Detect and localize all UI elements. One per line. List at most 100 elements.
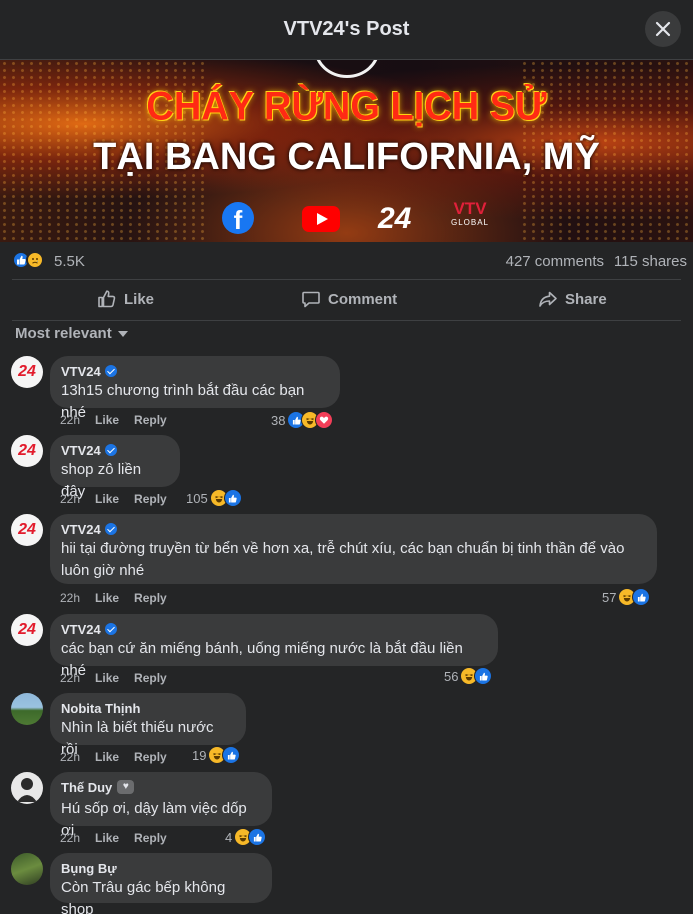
vtv-logo-text: VTV xyxy=(453,199,487,218)
comment-author[interactable]: Bụng Bự xyxy=(61,860,260,876)
comment-bubble: VTV24 shop zô liền đây xyxy=(50,435,180,500)
author-name[interactable]: VTV24 xyxy=(61,622,101,637)
comment-author[interactable]: VTV24 xyxy=(61,442,168,458)
author-name[interactable]: VTV24 xyxy=(61,522,101,537)
facebook-logo-icon: f xyxy=(222,202,254,235)
comment-reactions[interactable]: 57 xyxy=(602,588,651,606)
avatar[interactable]: 24 xyxy=(11,514,43,546)
shares-count[interactable]: 115 shares xyxy=(614,253,687,270)
avatar[interactable] xyxy=(11,853,43,885)
comment-like-button[interactable]: Like xyxy=(95,831,119,845)
reaction-icons[interactable] xyxy=(12,251,44,269)
reaction-count: 105 xyxy=(186,490,208,506)
like-reaction-icon xyxy=(222,746,241,764)
comment-reply-button[interactable]: Reply xyxy=(134,492,167,506)
comment-text-line-1: hii tại đường truyền từ bển về hơn xa, t… xyxy=(61,540,625,557)
verified-badge-icon xyxy=(104,365,117,377)
like-button[interactable]: Like xyxy=(97,289,154,309)
banner-circle-decoration xyxy=(314,60,380,78)
comment-meta: 22h Like Reply xyxy=(60,750,182,764)
comment-like-button[interactable]: Like xyxy=(95,750,119,764)
comment-reactions[interactable]: 4 xyxy=(225,828,267,846)
vtv24-logo: 24 xyxy=(378,202,412,235)
comment-reactions[interactable]: 19 xyxy=(192,746,241,764)
reactions-count[interactable]: 5.5K xyxy=(54,253,85,270)
comment-text-line-2: luôn giờ nhé xyxy=(61,562,145,579)
comment-like-button[interactable]: Like xyxy=(95,591,119,605)
banner-headline-1: CHÁY RỪNG LỊCH SỬ xyxy=(146,84,547,130)
comment-reply-button[interactable]: Reply xyxy=(134,831,167,845)
comment-author[interactable]: VTV24 xyxy=(61,363,328,379)
comment-reactions[interactable]: 56 xyxy=(444,667,493,685)
comment-reactions[interactable]: 38 xyxy=(271,411,334,429)
comment-text: Còn Trâu gác bếp không shop xyxy=(61,879,226,914)
like-reaction-icon xyxy=(248,828,267,846)
comment-author[interactable]: Nobita Thịnh xyxy=(61,700,234,716)
reaction-count: 57 xyxy=(602,589,617,605)
comment-time[interactable]: 22h xyxy=(60,750,80,764)
author-name[interactable]: VTV24 xyxy=(61,443,101,458)
verified-badge-icon xyxy=(104,523,117,535)
avatar[interactable]: 24 xyxy=(11,356,43,388)
post-dialog-header: VTV24's Post xyxy=(0,0,693,60)
youtube-logo-icon xyxy=(302,206,340,232)
avatar[interactable] xyxy=(11,772,43,804)
avatar[interactable] xyxy=(11,693,43,725)
comment-reply-button[interactable]: Reply xyxy=(134,591,167,605)
post-stats: 5.5K 427 comments 115 shares xyxy=(0,242,693,280)
comment-like-button[interactable]: Like xyxy=(95,671,119,685)
comment-reply-button[interactable]: Reply xyxy=(134,750,167,764)
reaction-count: 19 xyxy=(192,747,207,763)
author-name[interactable]: Nobita Thịnh xyxy=(61,701,140,716)
comment-author[interactable]: VTV24 xyxy=(61,521,645,537)
share-button-label: Share xyxy=(565,290,607,308)
like-reaction-icon xyxy=(223,489,242,507)
comment-time[interactable]: 22h xyxy=(60,831,80,845)
comment-reply-button[interactable]: Reply xyxy=(134,413,167,427)
avatar[interactable]: 24 xyxy=(11,435,43,467)
comment-button-label: Comment xyxy=(328,290,398,308)
comment-author[interactable]: Thế Duy ♥ xyxy=(61,779,260,795)
comment-time[interactable]: 22h xyxy=(60,591,80,605)
author-name[interactable]: VTV24 xyxy=(61,364,101,379)
comment-author[interactable]: VTV24 xyxy=(61,621,486,637)
comment-like-button[interactable]: Like xyxy=(95,413,119,427)
author-name[interactable]: Thế Duy xyxy=(61,780,112,795)
fan-badge-heart-icon: ♥ xyxy=(117,780,135,794)
chevron-down-icon xyxy=(117,330,128,337)
comment-bubble: Nobita Thịnh Nhìn là biết thiếu nước rồi xyxy=(50,693,246,758)
close-button[interactable] xyxy=(645,11,681,47)
comment-meta: 22h Like Reply xyxy=(60,413,182,427)
comment-like-button[interactable]: Like xyxy=(95,492,119,506)
comment-meta: 22h Like Reply xyxy=(60,831,182,845)
avatar[interactable]: 24 xyxy=(11,614,43,646)
like-reaction-icon xyxy=(632,588,651,606)
comment-bubble: VTV24 13h15 chương trình bắt đầu các bạn… xyxy=(50,356,340,421)
love-reaction-icon xyxy=(315,411,334,429)
comment-time[interactable]: 22h xyxy=(60,492,80,506)
comment-bubble: VTV24 các bạn cứ ăn miếng bánh, uống miế… xyxy=(50,614,498,679)
comment-sort-dropdown[interactable]: Most relevant xyxy=(15,325,128,342)
dialog-title: VTV24's Post xyxy=(283,18,410,40)
comment-time[interactable]: 22h xyxy=(60,671,80,685)
comment-meta: 22h Like Reply xyxy=(60,671,182,685)
comment-meta: 22h Like Reply xyxy=(60,492,182,506)
comment-button[interactable]: Comment xyxy=(301,289,693,309)
author-name[interactable]: Bụng Bự xyxy=(61,861,117,876)
post-image[interactable]: CHÁY RỪNG LỊCH SỬ TẠI BANG CALIFORNIA, M… xyxy=(0,60,693,242)
sort-label: Most relevant xyxy=(15,325,112,342)
comment-bubble: Bụng Bự Còn Trâu gác bếp không shop xyxy=(50,853,272,914)
share-arrow-icon xyxy=(539,291,557,307)
comment-reply-button[interactable]: Reply xyxy=(134,671,167,685)
like-reaction-icon xyxy=(474,667,493,685)
like-button-label: Like xyxy=(124,290,155,308)
comment-reactions[interactable]: 105 xyxy=(186,489,242,507)
avatar-logo-text: 24 xyxy=(18,442,36,459)
comments-count[interactable]: 427 comments xyxy=(506,253,604,270)
vtv-global-logo: VTV GLOBAL xyxy=(448,199,492,228)
reaction-count: 38 xyxy=(271,412,286,428)
comment-time[interactable]: 22h xyxy=(60,413,80,427)
global-logo-text: GLOBAL xyxy=(450,218,489,227)
share-button[interactable]: Share xyxy=(538,289,607,309)
verified-badge-icon xyxy=(104,444,117,456)
